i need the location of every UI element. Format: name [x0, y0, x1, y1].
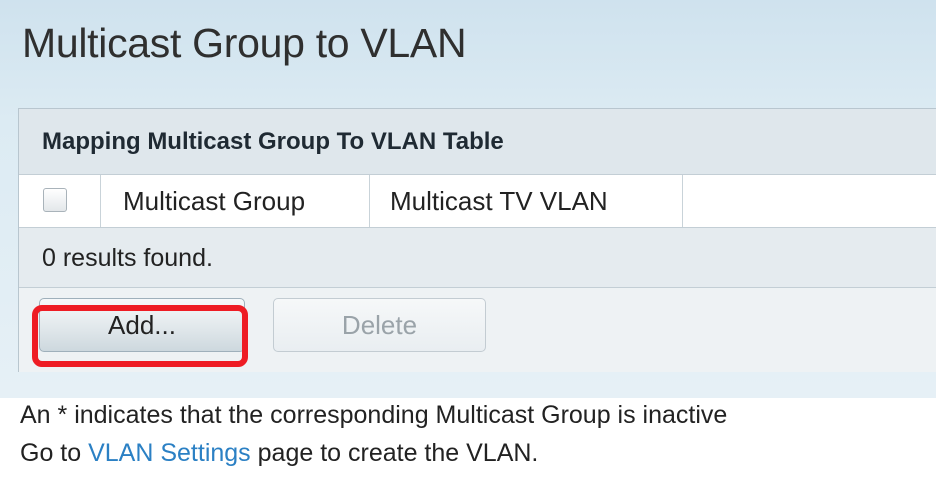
- page-title: Multicast Group to VLAN: [22, 20, 467, 66]
- table-action-bar: Add... Delete: [19, 288, 936, 372]
- mapping-table: Mapping Multicast Group To VLAN Table Mu…: [18, 108, 936, 372]
- vlan-settings-note: Go to VLAN Settings page to create the V…: [20, 434, 727, 472]
- inactive-note: An * indicates that the corresponding Mu…: [20, 401, 728, 429]
- table-header-row: Multicast Group Multicast TV VLAN: [19, 175, 936, 228]
- column-header-multicast-group[interactable]: Multicast Group: [101, 175, 370, 227]
- table-caption: Mapping Multicast Group To VLAN Table: [19, 109, 936, 175]
- column-header-multicast-tv-vlan[interactable]: Multicast TV VLAN: [370, 175, 683, 227]
- page: Multicast Group to VLAN Mapping Multicas…: [0, 0, 936, 479]
- vlan-settings-link[interactable]: VLAN Settings: [88, 439, 251, 467]
- vlan-note-prefix: Go to: [20, 439, 89, 467]
- delete-button[interactable]: Delete: [273, 298, 486, 352]
- notes: An * indicates that the corresponding Mu…: [20, 396, 727, 472]
- select-all-checkbox[interactable]: [43, 188, 67, 212]
- vlan-note-suffix: page to create the VLAN.: [250, 439, 539, 467]
- add-button[interactable]: Add...: [39, 298, 245, 352]
- select-all-cell: [19, 175, 101, 227]
- results-count: 0 results found.: [19, 228, 936, 288]
